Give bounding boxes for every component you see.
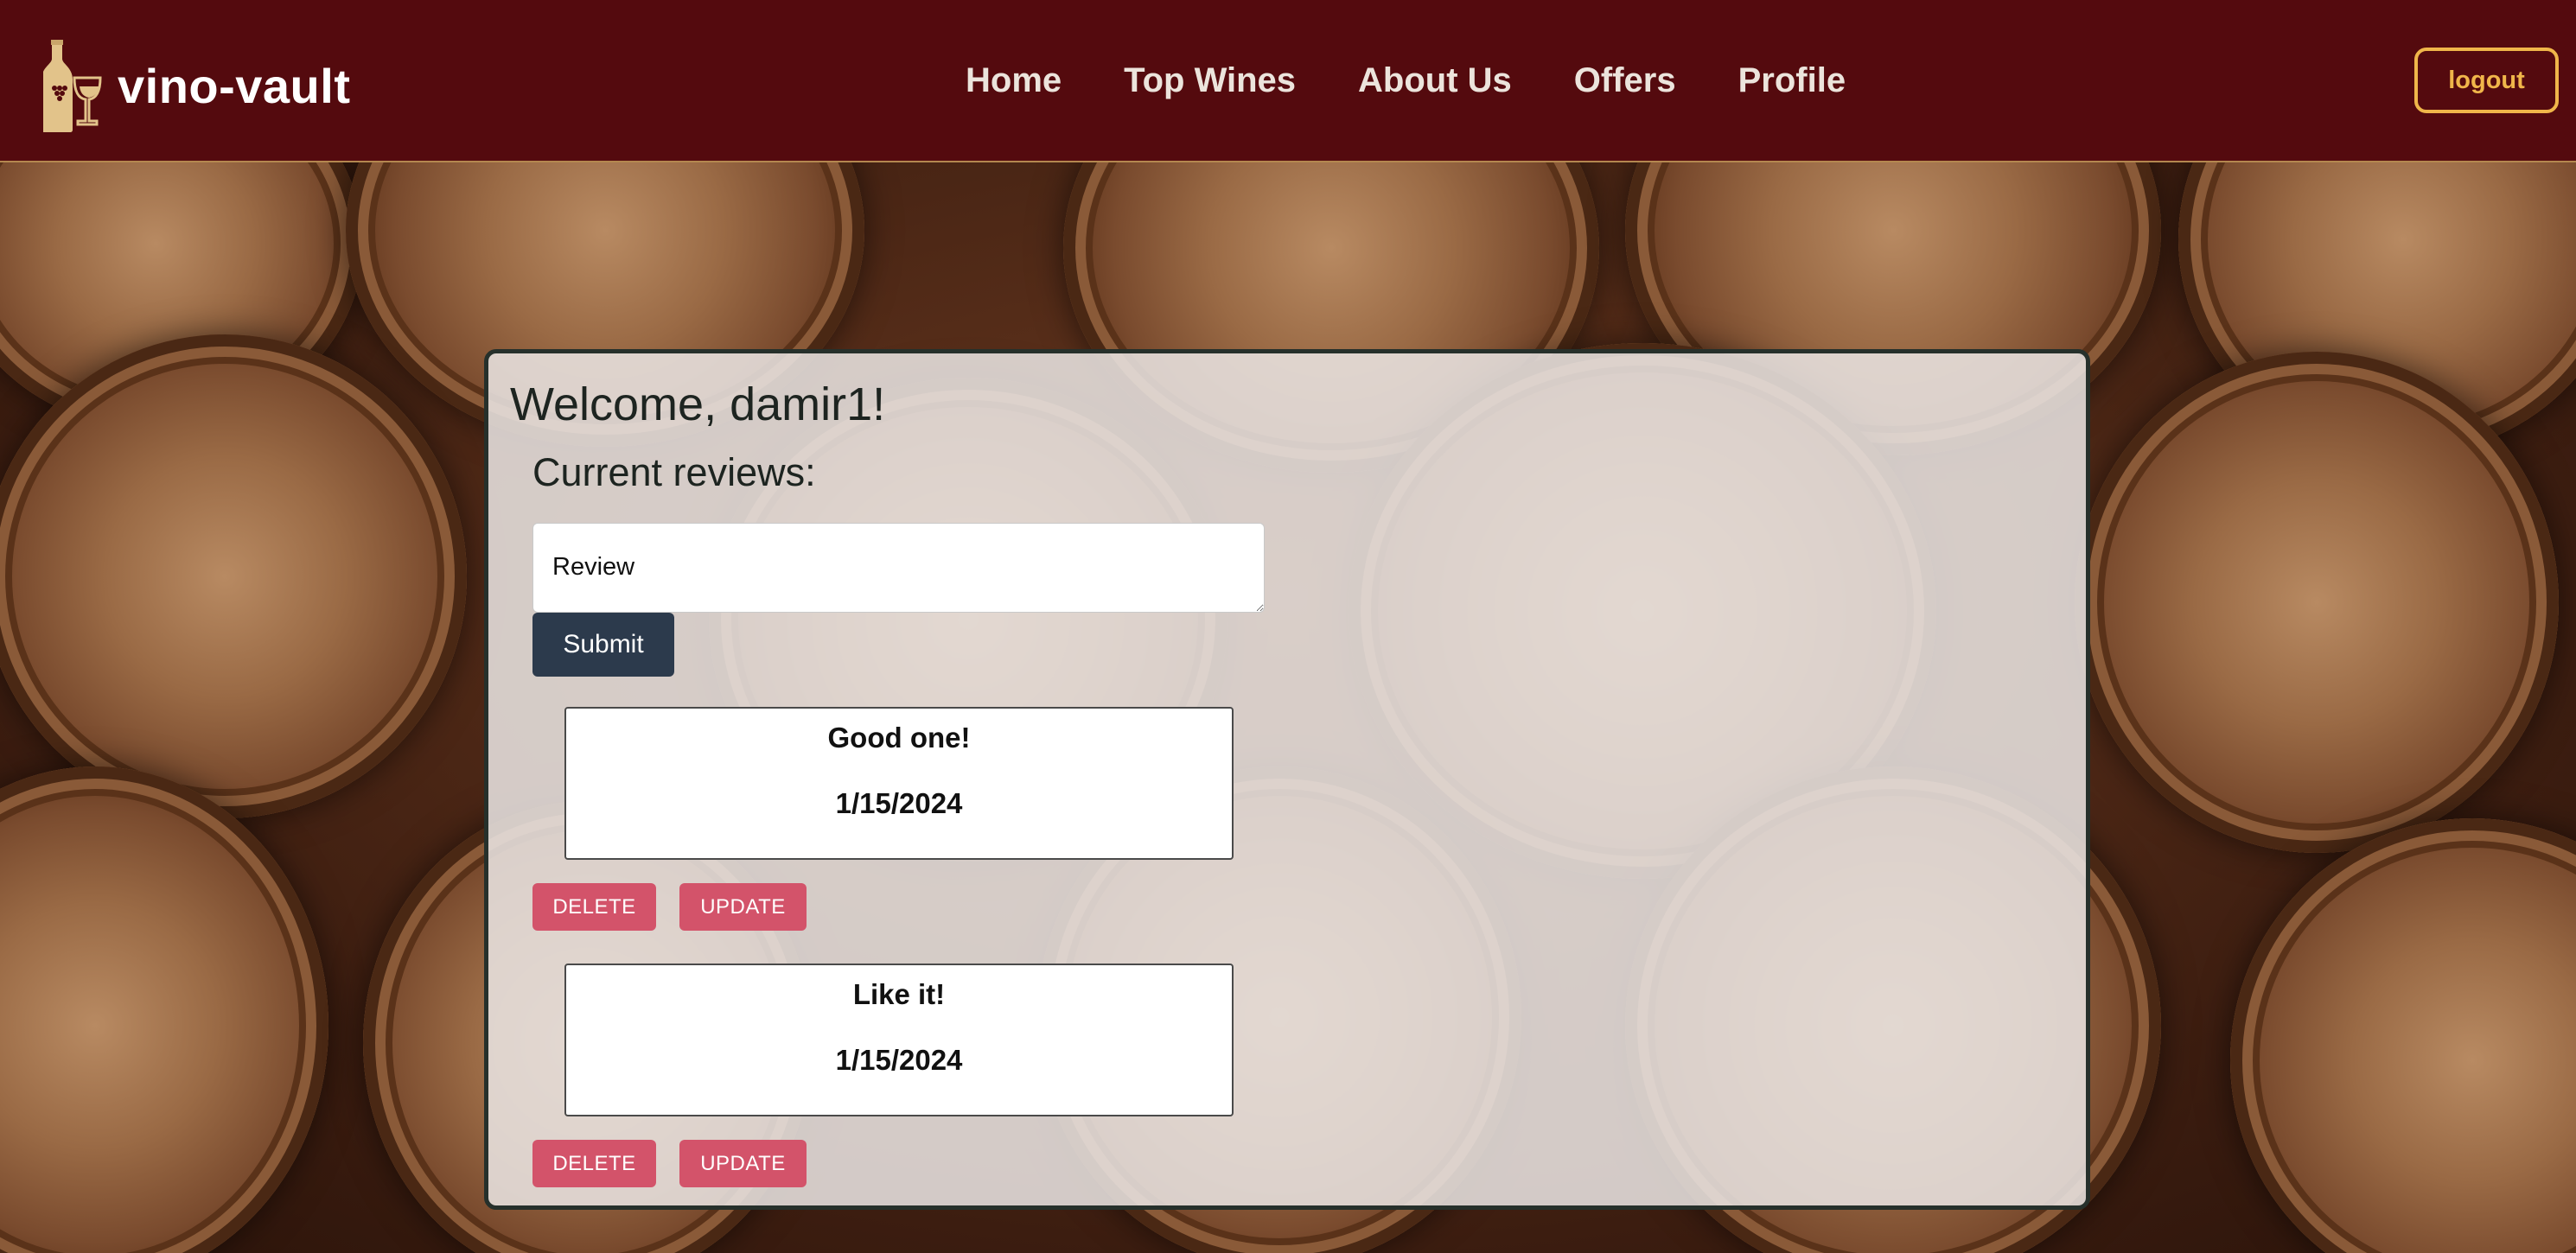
nav-profile-link[interactable]: Profile bbox=[1738, 61, 1846, 100]
reviews-heading: Current reviews: bbox=[532, 450, 816, 494]
main-nav: Home Top Wines About Us Offers Profile bbox=[966, 0, 1908, 161]
delete-review-button[interactable]: DELETE bbox=[532, 883, 656, 931]
delete-review-button[interactable]: DELETE bbox=[532, 1140, 656, 1187]
top-navbar: vino-vault Home Top Wines About Us Offer… bbox=[0, 0, 2576, 162]
review-text: Like it! bbox=[852, 978, 946, 1010]
logout-button[interactable]: logout bbox=[2414, 48, 2559, 113]
submit-button[interactable]: Submit bbox=[532, 613, 674, 677]
review-text: Good one! bbox=[827, 722, 971, 754]
brand-logo[interactable]: vino-vault bbox=[43, 38, 350, 133]
review-date: 1/15/2024 bbox=[835, 787, 963, 819]
page-title: Welcome, damir1! bbox=[510, 378, 886, 430]
nav-top-wines-link[interactable]: Top Wines bbox=[1124, 61, 1296, 100]
review-card: Like it! 1/15/2024 bbox=[564, 964, 1234, 1116]
nav-home-link[interactable]: Home bbox=[966, 61, 1062, 100]
review-input[interactable] bbox=[532, 523, 1265, 613]
update-review-button[interactable]: UPDATE bbox=[679, 883, 807, 931]
update-review-button[interactable]: UPDATE bbox=[679, 1140, 807, 1187]
review-date: 1/15/2024 bbox=[835, 1044, 963, 1076]
profile-panel: Welcome, damir1! Current reviews: Submit… bbox=[484, 349, 2090, 1210]
nav-offers-link[interactable]: Offers bbox=[1574, 61, 1676, 100]
brand-name: vino-vault bbox=[118, 58, 351, 113]
wine-bottle-glass-icon bbox=[43, 40, 102, 132]
nav-about-us-link[interactable]: About Us bbox=[1358, 61, 1512, 100]
review-card: Good one! 1/15/2024 bbox=[564, 707, 1234, 860]
